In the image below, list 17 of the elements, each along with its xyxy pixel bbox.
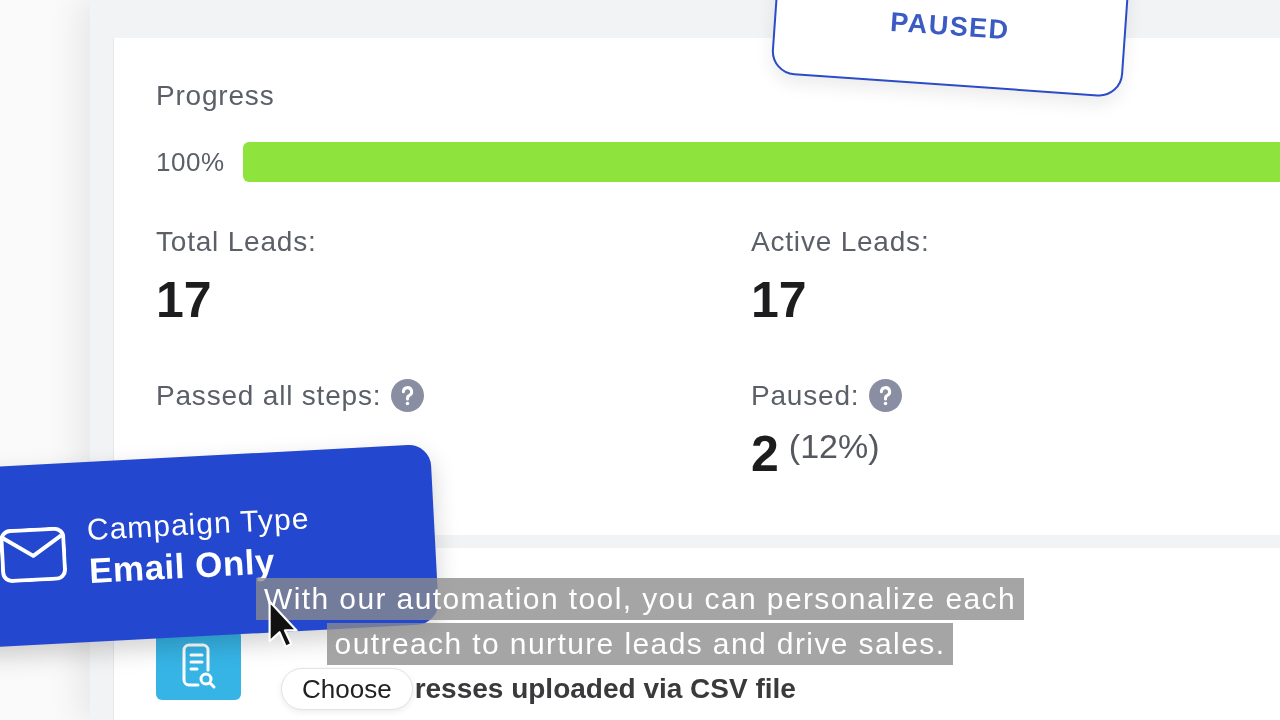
stat-percentage: (12%) [788, 426, 880, 466]
campaign-type-label: Campaign Type [86, 500, 311, 548]
progress-label: Progress [156, 80, 275, 112]
lead-source-value: resses uploaded via CSV file [414, 672, 796, 706]
help-icon[interactable] [869, 379, 903, 412]
envelope-icon [0, 526, 68, 584]
help-icon[interactable] [391, 379, 425, 412]
stat-label: Passed all steps: [156, 379, 382, 412]
stat-value: 2 [751, 426, 779, 482]
stat-value: 17 [751, 272, 807, 328]
progress-reading: 100% [156, 145, 226, 179]
status-label: PAUSED [889, 5, 1012, 47]
choose-button[interactable]: Choose [281, 668, 413, 710]
stat-label: Total Leads: [156, 226, 317, 258]
stat-label: Paused: [751, 379, 860, 412]
stat-value: 17 [156, 272, 212, 328]
stat-label: Active Leads: [751, 226, 930, 258]
